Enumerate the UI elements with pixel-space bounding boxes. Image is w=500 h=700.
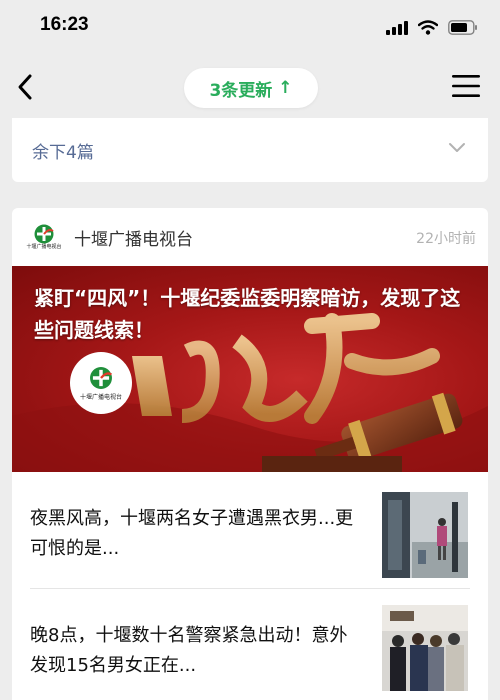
nav-bar: 3条更新 ↑ [0,56,500,118]
updates-label: 3条更新 [209,80,273,101]
signal-icon [386,20,408,35]
list-item-title: 夜黑风高，十堰两名女子遭遇黑衣男...更可恨的是... [30,508,354,559]
back-arrow-icon [18,74,32,100]
list-item-thumbnail [382,492,468,578]
status-time: 16:23 [40,14,89,35]
battery-icon [448,20,477,35]
remaining-articles-label: 余下4篇 [32,143,94,163]
status-bar: 16:23 [0,0,500,56]
source-name: 十堰广播电视台 [74,230,193,250]
hero-badge-label: 十堰广播电视台 [79,393,122,401]
tv-station-logo-icon [34,224,54,244]
list-item-thumbnail [382,605,468,691]
source-time: 22小时前 [416,231,476,247]
menu-icon [452,75,480,97]
wifi-icon [418,20,438,35]
back-button[interactable] [10,70,40,104]
source-row[interactable]: 十堰广播电视台 十堰广播电视台 22小时前 [12,208,488,266]
remaining-articles-card[interactable]: 余下4篇 [12,118,488,182]
source-avatar-label: 十堰广播电视台 [26,244,62,250]
status-icons [386,20,478,35]
arrow-up-icon: ↑ [278,78,293,98]
menu-button[interactable] [452,74,482,100]
hero-badge-logo: 十堰广播电视台 [70,352,132,414]
thumbnail-image [382,492,468,578]
list-item-title: 晚8点，十堰数十名警察紧急出动！意外发现15名男女正在... [30,625,348,676]
tv-station-logo-icon [90,366,113,389]
chevron-down-icon [449,143,465,152]
article-card: 十堰广播电视台 十堰广播电视台 22小时前 紧盯“四风”！十堰纪委监委明察暗访，… [12,208,488,700]
updates-button[interactable]: 3条更新 ↑ [184,68,318,108]
list-item[interactable]: 夜黑风高，十堰两名女子遭遇黑衣男...更可恨的是... [12,472,488,582]
hero-title: 紧盯“四风”！十堰纪委监委明察暗访，发现了这些问题线索！ [34,286,461,342]
hero-article[interactable]: 紧盯“四风”！十堰纪委监委明察暗访，发现了这些问题线索！ 十堰广播电视台 [12,266,488,472]
source-avatar: 十堰广播电视台 [24,222,64,252]
list-item[interactable]: 晚8点，十堰数十名警察紧急出动！意外发现15名男女正在... [12,589,488,699]
thumbnail-image [382,605,468,691]
